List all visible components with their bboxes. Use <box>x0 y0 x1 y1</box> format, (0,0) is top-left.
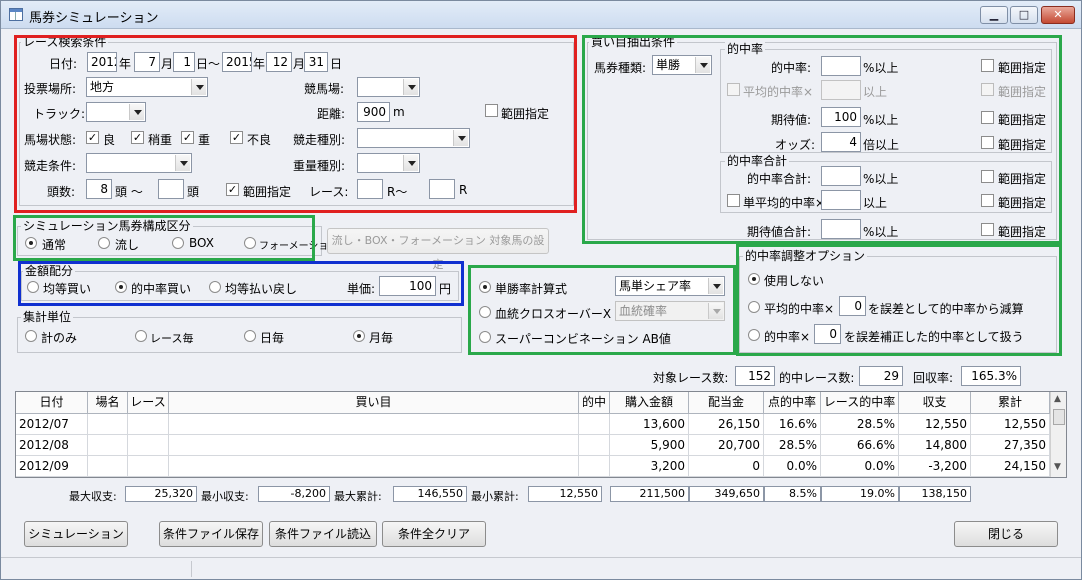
target-horse-settings-button[interactable]: 流し・BOX・フォーメーション 対象馬の設定 <box>327 228 549 271</box>
close-button[interactable]: 閉じる <box>954 521 1058 547</box>
blue-highlight-box-money <box>18 261 464 306</box>
red-highlight-box <box>14 35 577 213</box>
app-table-icon <box>9 8 23 21</box>
green-highlight-box-calc <box>468 265 736 355</box>
min-income-label: 最小収支: <box>201 490 249 503</box>
total-point-rate-field: 8.5% <box>764 486 821 502</box>
table-cell[interactable]: 66.6% <box>821 435 899 456</box>
target-races-label: 対象レース数: <box>653 371 729 385</box>
table-cell[interactable]: 3,200 <box>610 456 689 477</box>
table-cell[interactable]: 16.6% <box>764 414 821 435</box>
table-cell[interactable]: 26,150 <box>689 414 764 435</box>
table-cell[interactable] <box>579 414 610 435</box>
max-income-field: 25,320 <box>125 486 197 502</box>
total-payout-field: 349,650 <box>689 486 764 502</box>
table-cell[interactable] <box>128 414 169 435</box>
unit-group <box>17 317 462 353</box>
scroll-down-icon[interactable]: ▼ <box>1054 462 1061 472</box>
table-cell[interactable] <box>169 456 579 477</box>
max-cum-field: 146,550 <box>393 486 467 502</box>
green-highlight-box-pick <box>582 35 1062 244</box>
col-header-bets[interactable]: 買い目 <box>169 392 579 414</box>
col-header-race-rate[interactable]: レース的中率 <box>821 392 899 414</box>
close-window-button[interactable]: ✕ <box>1041 6 1075 24</box>
table-cell[interactable]: 12,550 <box>899 414 971 435</box>
table-cell[interactable]: 2012/09 <box>16 456 88 477</box>
table-cell[interactable] <box>579 456 610 477</box>
simulate-button[interactable]: シミュレーション <box>24 521 128 547</box>
unit-total-radio[interactable] <box>25 330 37 342</box>
table-cell[interactable]: 2012/07 <box>16 414 88 435</box>
unit-month-label: 月毎 <box>369 331 394 345</box>
total-purchase-field: 211,500 <box>610 486 689 502</box>
minimize-button[interactable]: ▁ <box>980 6 1008 24</box>
status-divider <box>191 561 192 577</box>
col-header-race[interactable]: レース <box>128 392 169 414</box>
app-window: 馬券シミュレーション ▁ □ ✕ レース検索条件 日付: 2012 年 7 月 … <box>0 0 1082 580</box>
unit-total-label: 計のみ <box>41 331 78 345</box>
result-table[interactable]: 日付 場名 レース 買い目 的中 購入金額 配当金 点的中率 レース的中率 収支… <box>15 391 1067 478</box>
col-header-hit[interactable]: 的中 <box>579 392 610 414</box>
return-rate-field: 165.3% <box>961 366 1021 386</box>
scroll-thumb[interactable] <box>1053 409 1065 425</box>
col-header-income[interactable]: 収支 <box>899 392 971 414</box>
col-header-payout[interactable]: 配当金 <box>689 392 764 414</box>
green-highlight-box-composition <box>13 215 315 261</box>
unit-month-radio[interactable] <box>353 330 365 342</box>
table-cell[interactable] <box>88 456 128 477</box>
table-cell[interactable]: -3,200 <box>899 456 971 477</box>
col-header-date[interactable]: 日付 <box>16 392 88 414</box>
clear-conditions-button[interactable]: 条件全クリア <box>382 521 486 547</box>
min-cum-label: 最小累計: <box>471 490 519 503</box>
table-cell[interactable]: 12,550 <box>971 414 1050 435</box>
save-conditions-button[interactable]: 条件ファイル保存 <box>159 521 263 547</box>
table-cell[interactable]: 28.5% <box>764 435 821 456</box>
table-cell[interactable]: 24,150 <box>971 456 1050 477</box>
table-scrollbar[interactable]: ▲ ▼ <box>1050 392 1066 477</box>
unit-race-label: レース毎 <box>150 332 194 345</box>
table-cell[interactable] <box>169 414 579 435</box>
unit-day-label: 日毎 <box>260 331 285 345</box>
status-bar <box>1 557 1081 579</box>
col-header-cumulative[interactable]: 累計 <box>971 392 1050 414</box>
table-cell[interactable]: 5,900 <box>610 435 689 456</box>
table-cell[interactable] <box>88 414 128 435</box>
table-cell[interactable]: 0.0% <box>764 456 821 477</box>
total-income-field: 138,150 <box>899 486 971 502</box>
window-title: 馬券シミュレーション <box>29 11 159 26</box>
table-cell[interactable] <box>169 435 579 456</box>
max-cum-label: 最大累計: <box>334 490 382 503</box>
col-header-venue[interactable]: 場名 <box>88 392 128 414</box>
col-header-point-rate[interactable]: 点的中率 <box>764 392 821 414</box>
total-race-rate-field: 19.0% <box>821 486 899 502</box>
min-cum-field: 12,550 <box>528 486 602 502</box>
table-cell[interactable]: 2012/08 <box>16 435 88 456</box>
table-cell[interactable]: 28.5% <box>821 414 899 435</box>
table-cell[interactable]: 27,350 <box>971 435 1050 456</box>
hit-races-label: 的中レース数: <box>779 371 855 385</box>
hit-races-field: 29 <box>859 366 903 386</box>
green-highlight-box-adjust <box>736 244 1062 356</box>
table-cell[interactable] <box>579 435 610 456</box>
table-cell[interactable]: 13,600 <box>610 414 689 435</box>
unit-day-radio[interactable] <box>244 330 256 342</box>
col-header-purchase[interactable]: 購入金額 <box>610 392 689 414</box>
unit-title: 集計単位 <box>21 310 74 324</box>
table-cell[interactable]: 20,700 <box>689 435 764 456</box>
target-races-field: 152 <box>735 366 775 386</box>
table-cell[interactable]: 0 <box>689 456 764 477</box>
title-bar: 馬券シミュレーション ▁ □ ✕ <box>1 1 1081 29</box>
table-cell[interactable]: 0.0% <box>821 456 899 477</box>
load-conditions-button[interactable]: 条件ファイル読込 <box>269 521 377 547</box>
return-rate-label: 回収率: <box>913 371 954 385</box>
max-income-label: 最大収支: <box>69 490 117 503</box>
scroll-up-icon[interactable]: ▲ <box>1054 394 1061 404</box>
table-cell[interactable]: 14,800 <box>899 435 971 456</box>
table-cell[interactable] <box>128 435 169 456</box>
table-cell[interactable] <box>128 456 169 477</box>
table-cell[interactable] <box>88 435 128 456</box>
min-income-field: -8,200 <box>258 486 330 502</box>
maximize-button[interactable]: □ <box>1010 6 1038 24</box>
unit-race-radio[interactable] <box>135 330 147 342</box>
